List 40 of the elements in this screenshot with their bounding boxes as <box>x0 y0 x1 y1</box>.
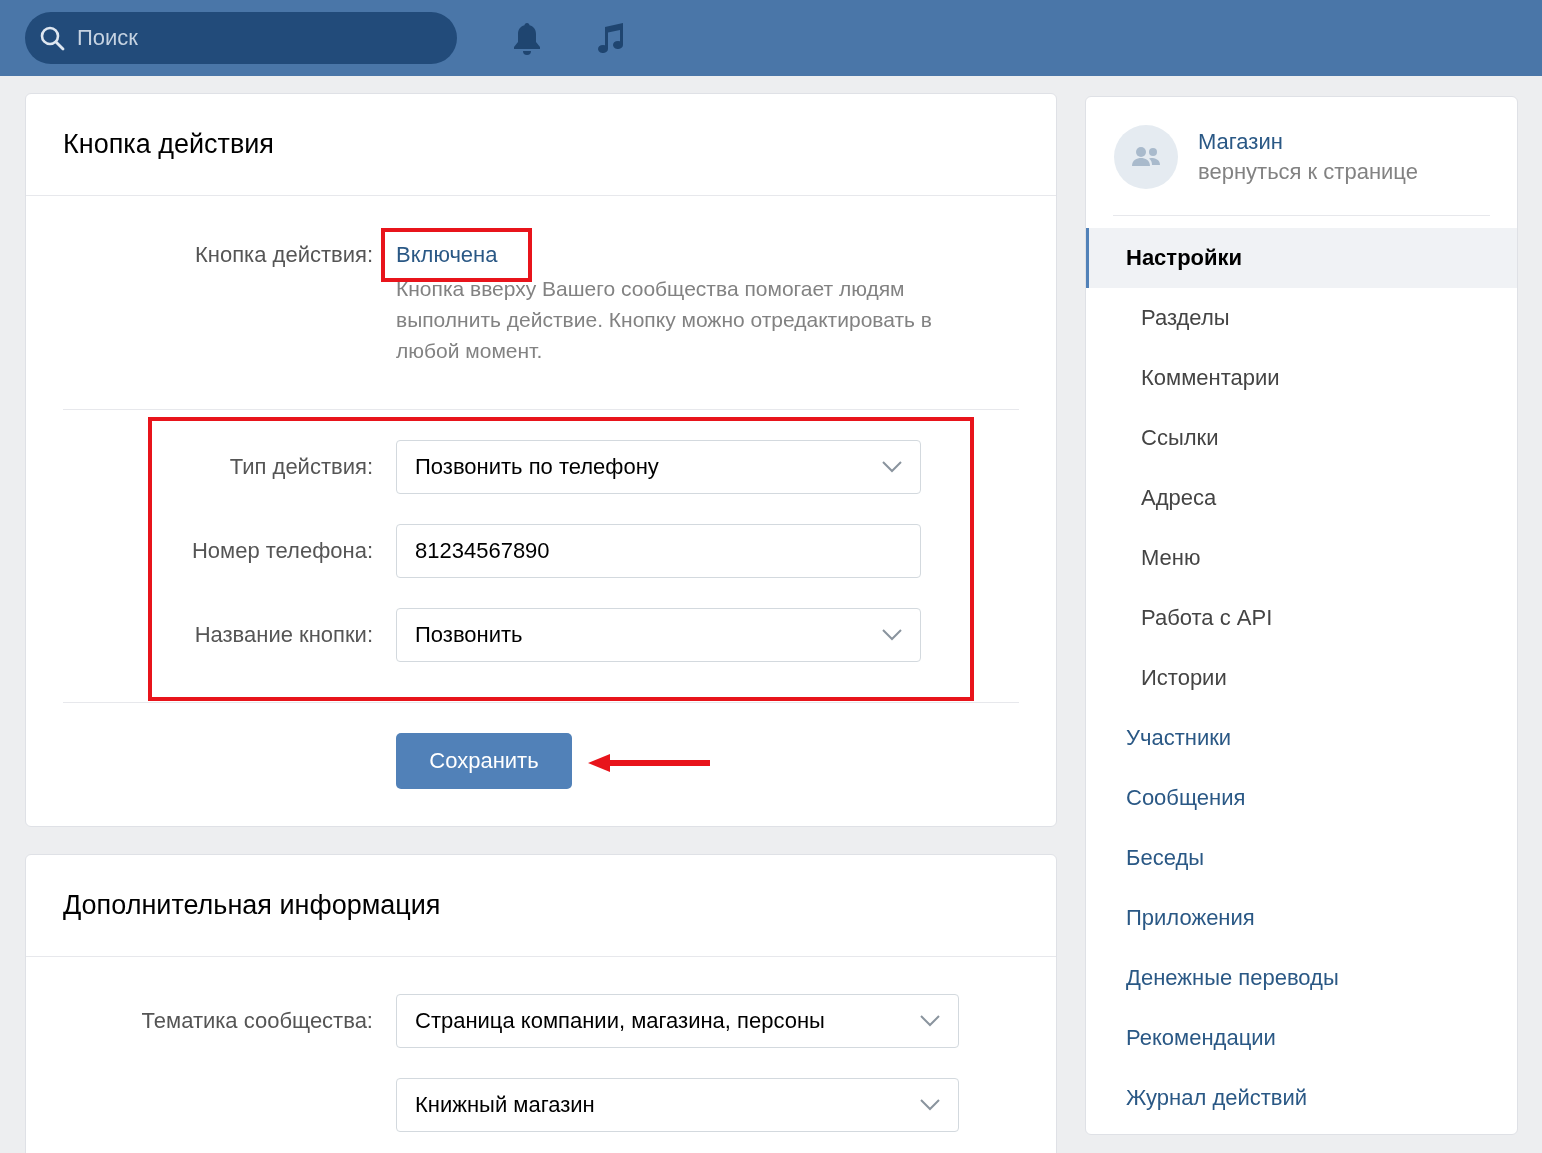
card-title: Кнопка действия <box>63 129 274 160</box>
nav-subitem[interactable]: Ссылки <box>1086 408 1517 468</box>
field-label: Тип действия: <box>228 453 373 481</box>
nav-subitem[interactable]: Меню <box>1086 528 1517 588</box>
dropdown[interactable]: Страница компании, магазина, персоны <box>396 994 959 1048</box>
nav-item[interactable]: Журнал действий <box>1086 1068 1517 1128</box>
nav-subitem[interactable]: Истории <box>1086 648 1517 708</box>
nav-subitem[interactable]: Разделы <box>1086 288 1517 348</box>
input-field[interactable]: 81234567890 <box>396 524 921 578</box>
nav-subitem[interactable]: Адреса <box>1086 468 1517 528</box>
group-avatar-icon <box>1114 125 1178 189</box>
search-field[interactable]: Поиск <box>25 12 457 64</box>
dropdown[interactable]: Позвонить по телефону <box>396 440 921 494</box>
field-label: Номер телефона: <box>190 537 373 565</box>
field-label: Название кнопки: <box>193 621 373 649</box>
dropdown[interactable]: Позвонить <box>396 608 921 662</box>
nav-subitem[interactable]: Работа с API <box>1086 588 1517 648</box>
card-title: Дополнительная информация <box>63 890 441 921</box>
chevron-down-icon <box>882 629 902 641</box>
back-link[interactable]: вернуться к странице <box>1198 159 1418 185</box>
nav-subitem[interactable]: Комментарии <box>1086 348 1517 408</box>
nav-item[interactable]: Рекомендации <box>1086 1008 1517 1068</box>
nav-item[interactable]: Сообщения <box>1086 768 1517 828</box>
nav-item[interactable]: Настройки <box>1086 228 1517 288</box>
save-button[interactable]: Сохранить <box>396 733 572 789</box>
bell-icon[interactable] <box>512 21 542 55</box>
chevron-down-icon <box>882 461 902 473</box>
status-link[interactable]: Включена <box>396 242 498 267</box>
nav-item[interactable]: Беседы <box>1086 828 1517 888</box>
field-label: Кнопка действия: <box>194 241 373 269</box>
dropdown[interactable]: Книжный магазин <box>396 1078 959 1132</box>
nav-item[interactable]: Приложения <box>1086 888 1517 948</box>
search-icon <box>39 25 65 51</box>
community-name-link[interactable]: Магазин <box>1198 129 1418 155</box>
chevron-down-icon <box>920 1099 940 1111</box>
nav-item[interactable]: Денежные переводы <box>1086 948 1517 1008</box>
description-text: Кнопка вверху Вашего сообщества помогает людям выполнить действие. Кнопку можно отредактировать в любой момент. <box>396 276 933 364</box>
nav-item[interactable]: Участники <box>1086 708 1517 768</box>
chevron-down-icon <box>920 1015 940 1027</box>
field-label: Тематика сообщества: <box>140 1007 373 1035</box>
